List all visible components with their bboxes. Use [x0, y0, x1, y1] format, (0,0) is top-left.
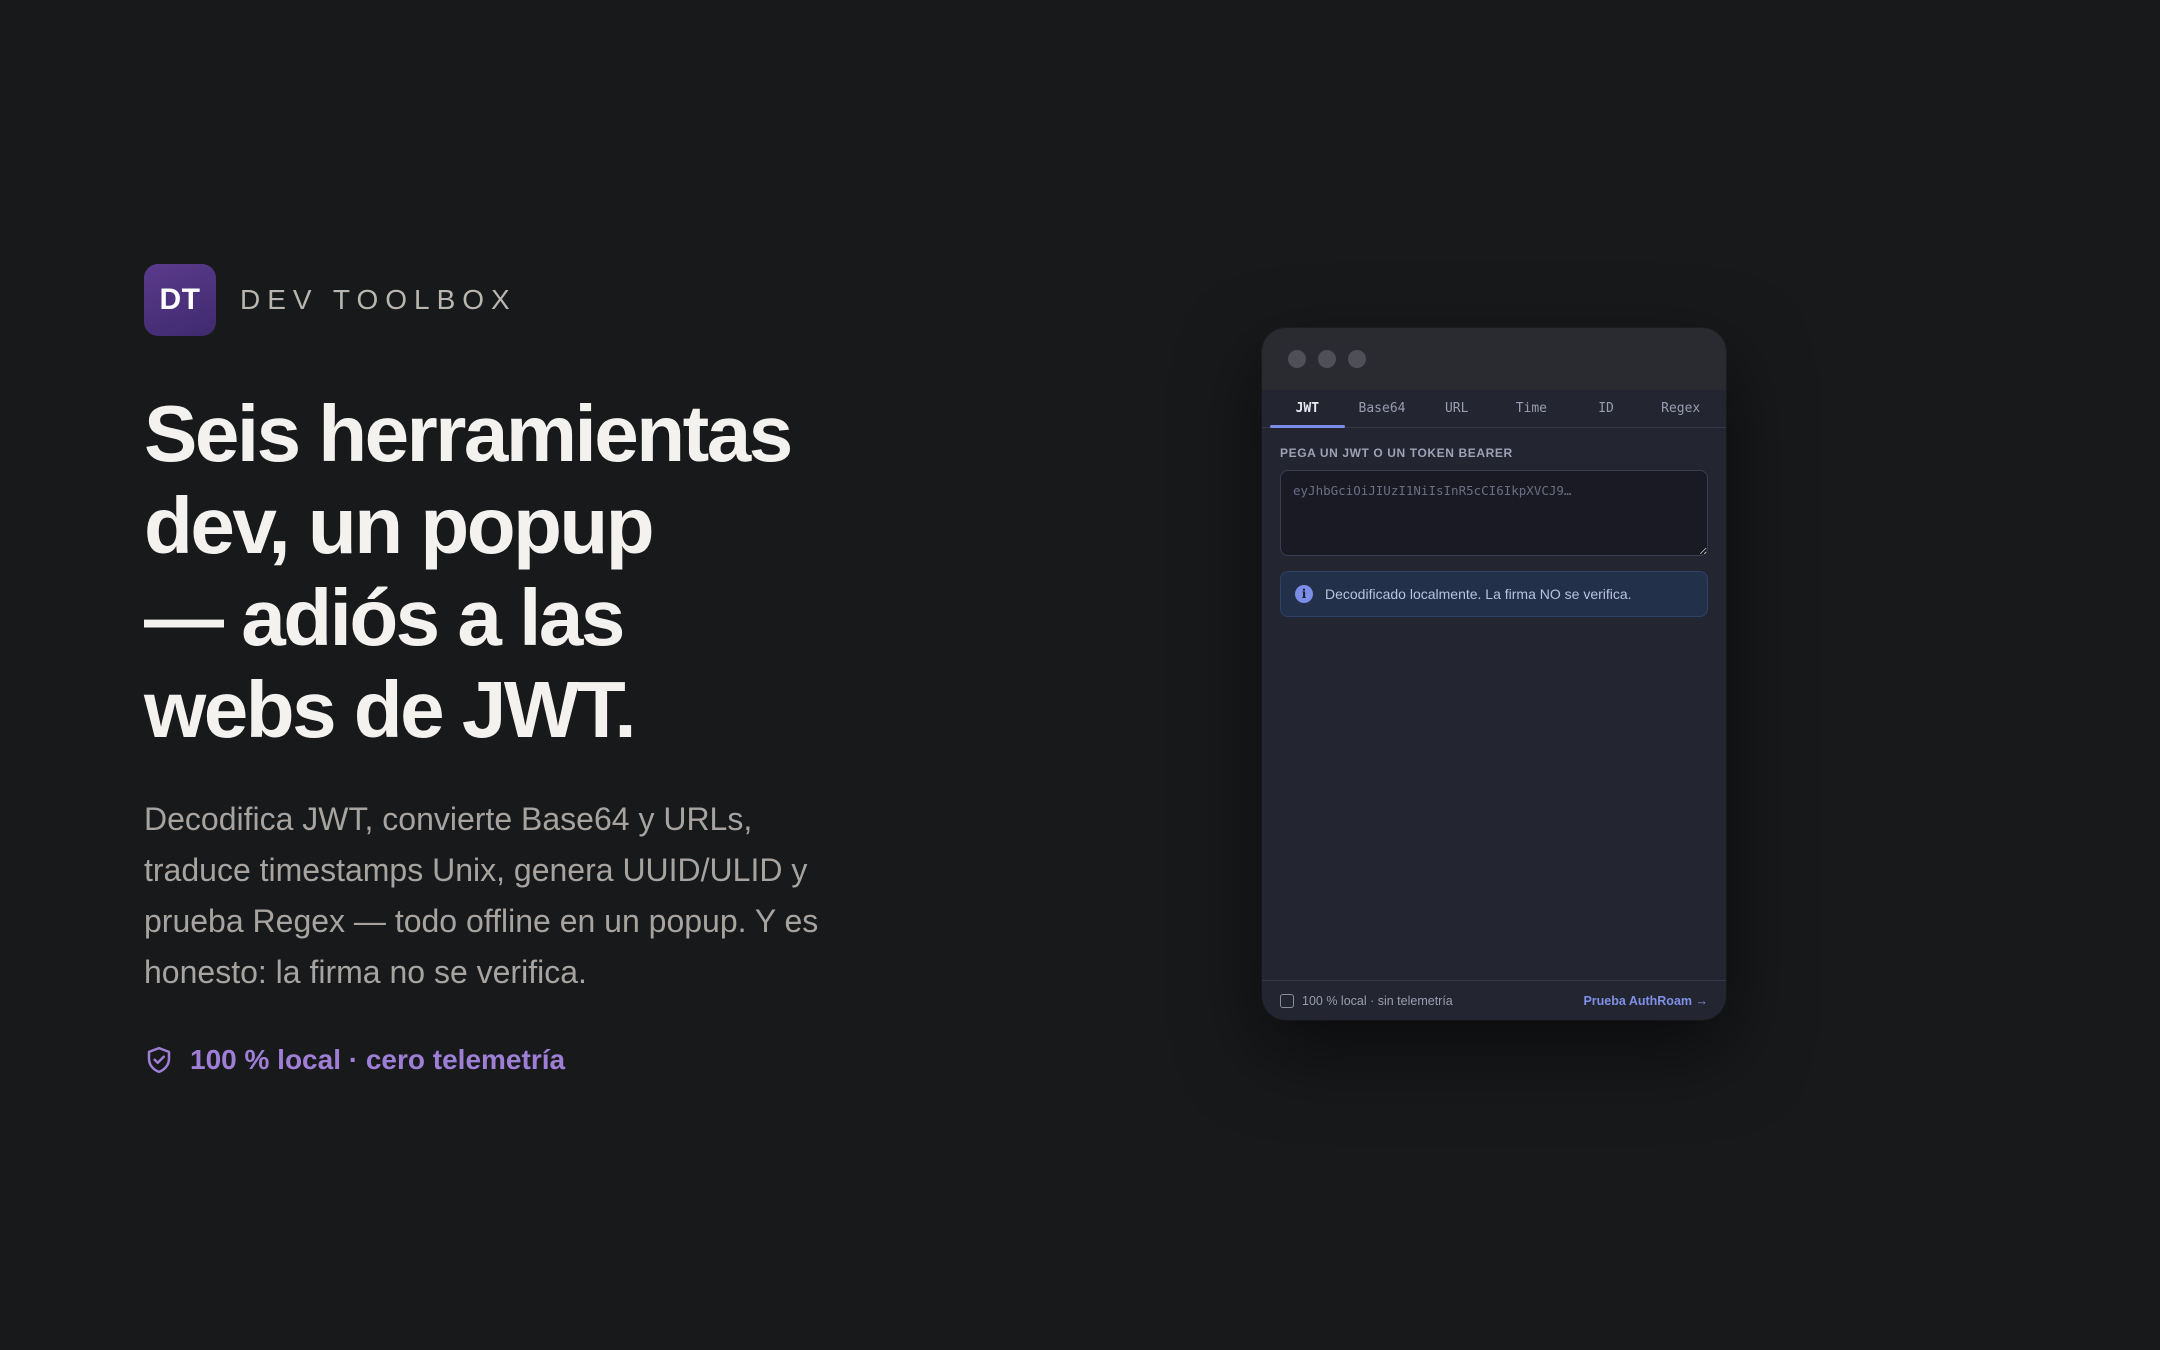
tool-tabs: JWT Base64 URL Time ID Regex — [1262, 390, 1726, 428]
popup-footer: 100 % local · sin telemetría Prueba Auth… — [1262, 980, 1726, 1020]
headline-line: dev, un popup — [144, 481, 655, 570]
brand-name: DEV TOOLBOX — [240, 284, 517, 315]
tab-time[interactable]: Time — [1494, 390, 1569, 427]
tab-id[interactable]: ID — [1569, 390, 1644, 427]
headline-line: Seis herramientas — [144, 389, 793, 478]
token-field-label: PEGA UN JWT O UN TOKEN BEARER — [1280, 446, 1513, 460]
tab-url[interactable]: URL — [1419, 390, 1494, 427]
brand: DT DEV TOOLBOX — [144, 264, 517, 336]
hero-headline: Seis herramientas dev, un popup — adiós … — [144, 388, 904, 756]
jwt-panel: PEGA UN JWT O UN TOKEN BEARER i Decodifi… — [1262, 428, 1726, 617]
footer-status-text: 100 % local · sin telemetría — [1302, 993, 1453, 1008]
brand-logo: DT — [144, 264, 216, 336]
info-icon: i — [1295, 585, 1313, 603]
trust-badge: 100 % local · cero telemetría — [144, 1044, 565, 1076]
footer-status: 100 % local · sin telemetría — [1280, 993, 1453, 1008]
tab-base64[interactable]: Base64 — [1345, 390, 1420, 427]
token-input[interactable] — [1280, 470, 1708, 556]
window-minimize-dot[interactable] — [1318, 350, 1336, 368]
authroam-link[interactable]: Prueba AuthRoam → — [1583, 994, 1708, 1008]
decode-notice: i Decodificado localmente. La firma NO s… — [1280, 571, 1708, 617]
extension-popup: JWT Base64 URL Time ID Regex PEGA UN JWT… — [1262, 328, 1726, 1020]
trust-text: 100 % local · cero telemetría — [190, 1044, 566, 1075]
window-close-dot[interactable] — [1288, 350, 1306, 368]
window-zoom-dot[interactable] — [1348, 350, 1366, 368]
window-titlebar — [1262, 328, 1726, 390]
hero-subcopy: Decodifica JWT, convierte Base64 y URLs,… — [144, 801, 819, 990]
shield-check-icon — [147, 1046, 171, 1074]
headline-line: — adiós a las — [144, 573, 625, 662]
notice-text: Decodificado localmente. La firma NO se … — [1325, 586, 1632, 602]
tab-jwt[interactable]: JWT — [1270, 390, 1345, 428]
headline-line: webs de JWT. — [144, 665, 637, 754]
local-checkbox[interactable] — [1280, 993, 1294, 1008]
tab-regex[interactable]: Regex — [1643, 390, 1718, 427]
